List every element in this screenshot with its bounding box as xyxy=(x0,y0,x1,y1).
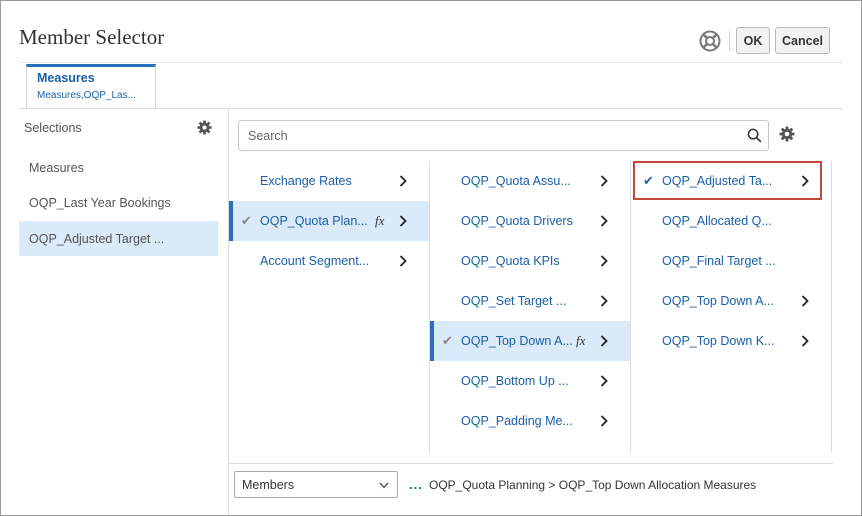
gear-icon[interactable] xyxy=(197,120,212,135)
chevron-right-icon[interactable] xyxy=(801,335,809,347)
breadcrumb: OQP_Quota Planning > OQP_Top Down Alloca… xyxy=(429,478,757,492)
member-selector-dialog: Member Selector OK Cancel Measures Measu… xyxy=(0,0,862,516)
member-label: OQP_Top Down A... xyxy=(662,294,774,308)
header-divider-line xyxy=(19,62,843,63)
selection-item[interactable]: Measures xyxy=(19,150,218,185)
member-row[interactable]: OQP_Allocated Q... xyxy=(631,201,831,241)
check-icon: ✔ xyxy=(442,333,453,348)
member-row-active[interactable]: ✔ OQP_Quota Plan... fx xyxy=(229,201,429,241)
check-icon: ✔ xyxy=(241,213,252,228)
selection-item-label: OQP_Last Year Bookings xyxy=(29,195,171,210)
member-row[interactable]: OQP_Quota KPIs xyxy=(430,241,630,281)
search-input[interactable]: Search xyxy=(238,120,769,151)
chevron-right-icon[interactable] xyxy=(600,255,608,267)
search-icon[interactable] xyxy=(747,128,762,143)
formula-fx-icon: fx xyxy=(576,333,586,348)
tab-measures[interactable]: Measures Measures,OQP_Las... xyxy=(26,64,156,108)
help-lifebuoy-icon[interactable] xyxy=(699,30,721,52)
member-row[interactable]: OQP_Bottom Up ... xyxy=(430,361,630,401)
selection-item-active[interactable]: OQP_Adjusted Target ... xyxy=(19,221,218,256)
member-column-2: OQP_Quota Assu... OQP_Quota Drivers OQP_Qu… xyxy=(430,161,630,453)
chevron-down-icon xyxy=(379,482,389,489)
member-label: OQP_Quota Drivers xyxy=(461,214,573,228)
chevron-right-icon[interactable] xyxy=(600,335,608,347)
chevron-right-icon[interactable] xyxy=(600,175,608,187)
cancel-button[interactable]: Cancel xyxy=(775,27,830,54)
member-row[interactable]: OQP_Set Target ... xyxy=(430,281,630,321)
ok-button[interactable]: OK xyxy=(736,27,770,54)
member-label: OQP_Allocated Q... xyxy=(662,214,772,228)
member-row[interactable]: OQP_Final Target ... xyxy=(631,241,831,281)
footer-divider xyxy=(229,463,833,464)
member-row[interactable]: Exchange Rates xyxy=(229,161,429,201)
search-placeholder: Search xyxy=(248,128,288,143)
breadcrumb-ellipsis[interactable]: ... xyxy=(409,477,423,492)
member-row[interactable]: OQP_Top Down K... xyxy=(631,321,831,361)
member-row[interactable]: Account Segment... xyxy=(229,241,429,281)
member-label: OQP_Bottom Up ... xyxy=(461,374,569,388)
chevron-right-icon[interactable] xyxy=(399,175,407,187)
tab-subtitle: Measures,OQP_Las... xyxy=(37,90,136,101)
member-label: OQP_Quota Assu... xyxy=(461,174,571,188)
member-row[interactable]: OQP_Quota Drivers xyxy=(430,201,630,241)
formula-fx-icon: fx xyxy=(375,213,385,228)
selections-header: Selections xyxy=(24,121,82,135)
member-label: OQP_Quota Plan... xyxy=(260,214,368,228)
column-divider xyxy=(831,161,832,453)
chevron-right-icon[interactable] xyxy=(801,295,809,307)
member-label: OQP_Top Down A... xyxy=(461,334,573,348)
selection-item-label: OQP_Adjusted Target ... xyxy=(29,231,165,246)
chevron-right-icon[interactable] xyxy=(600,295,608,307)
member-row[interactable]: OQP_Top Down A... xyxy=(631,281,831,321)
members-dropdown-value: Members xyxy=(242,477,295,492)
member-label: OQP_Top Down K... xyxy=(662,334,775,348)
header-divider xyxy=(729,31,730,51)
members-dropdown[interactable]: Members xyxy=(234,471,398,498)
member-row[interactable]: OQP_Padding Me... xyxy=(430,401,630,441)
member-row-active[interactable]: ✔ OQP_Top Down A... fx xyxy=(430,321,630,361)
member-label: OQP_Final Target ... xyxy=(662,254,776,268)
chevron-right-icon[interactable] xyxy=(600,215,608,227)
selection-item[interactable]: OQP_Last Year Bookings xyxy=(19,185,218,220)
tab-title: Measures xyxy=(37,71,95,85)
highlight-box xyxy=(633,161,822,200)
member-label: Exchange Rates xyxy=(260,174,352,188)
member-column-3: ✔ OQP_Adjusted Ta... OQP_Allocated Q... OQP… xyxy=(631,161,831,453)
tab-bar-divider xyxy=(19,108,843,109)
member-label: OQP_Padding Me... xyxy=(461,414,573,428)
chevron-right-icon[interactable] xyxy=(600,375,608,387)
chevron-right-icon[interactable] xyxy=(399,255,407,267)
member-column-1: Exchange Rates ✔ OQP_Quota Plan... fx Accoun… xyxy=(229,161,429,453)
member-label: OQP_Quota KPIs xyxy=(461,254,560,268)
gear-icon[interactable] xyxy=(779,126,795,142)
member-label: Account Segment... xyxy=(260,254,370,268)
chevron-right-icon[interactable] xyxy=(600,415,608,427)
chevron-right-icon[interactable] xyxy=(399,215,407,227)
dialog-title: Member Selector xyxy=(19,25,165,49)
selection-item-label: Measures xyxy=(29,160,84,175)
member-row[interactable]: OQP_Quota Assu... xyxy=(430,161,630,201)
member-label: OQP_Set Target ... xyxy=(461,294,567,308)
